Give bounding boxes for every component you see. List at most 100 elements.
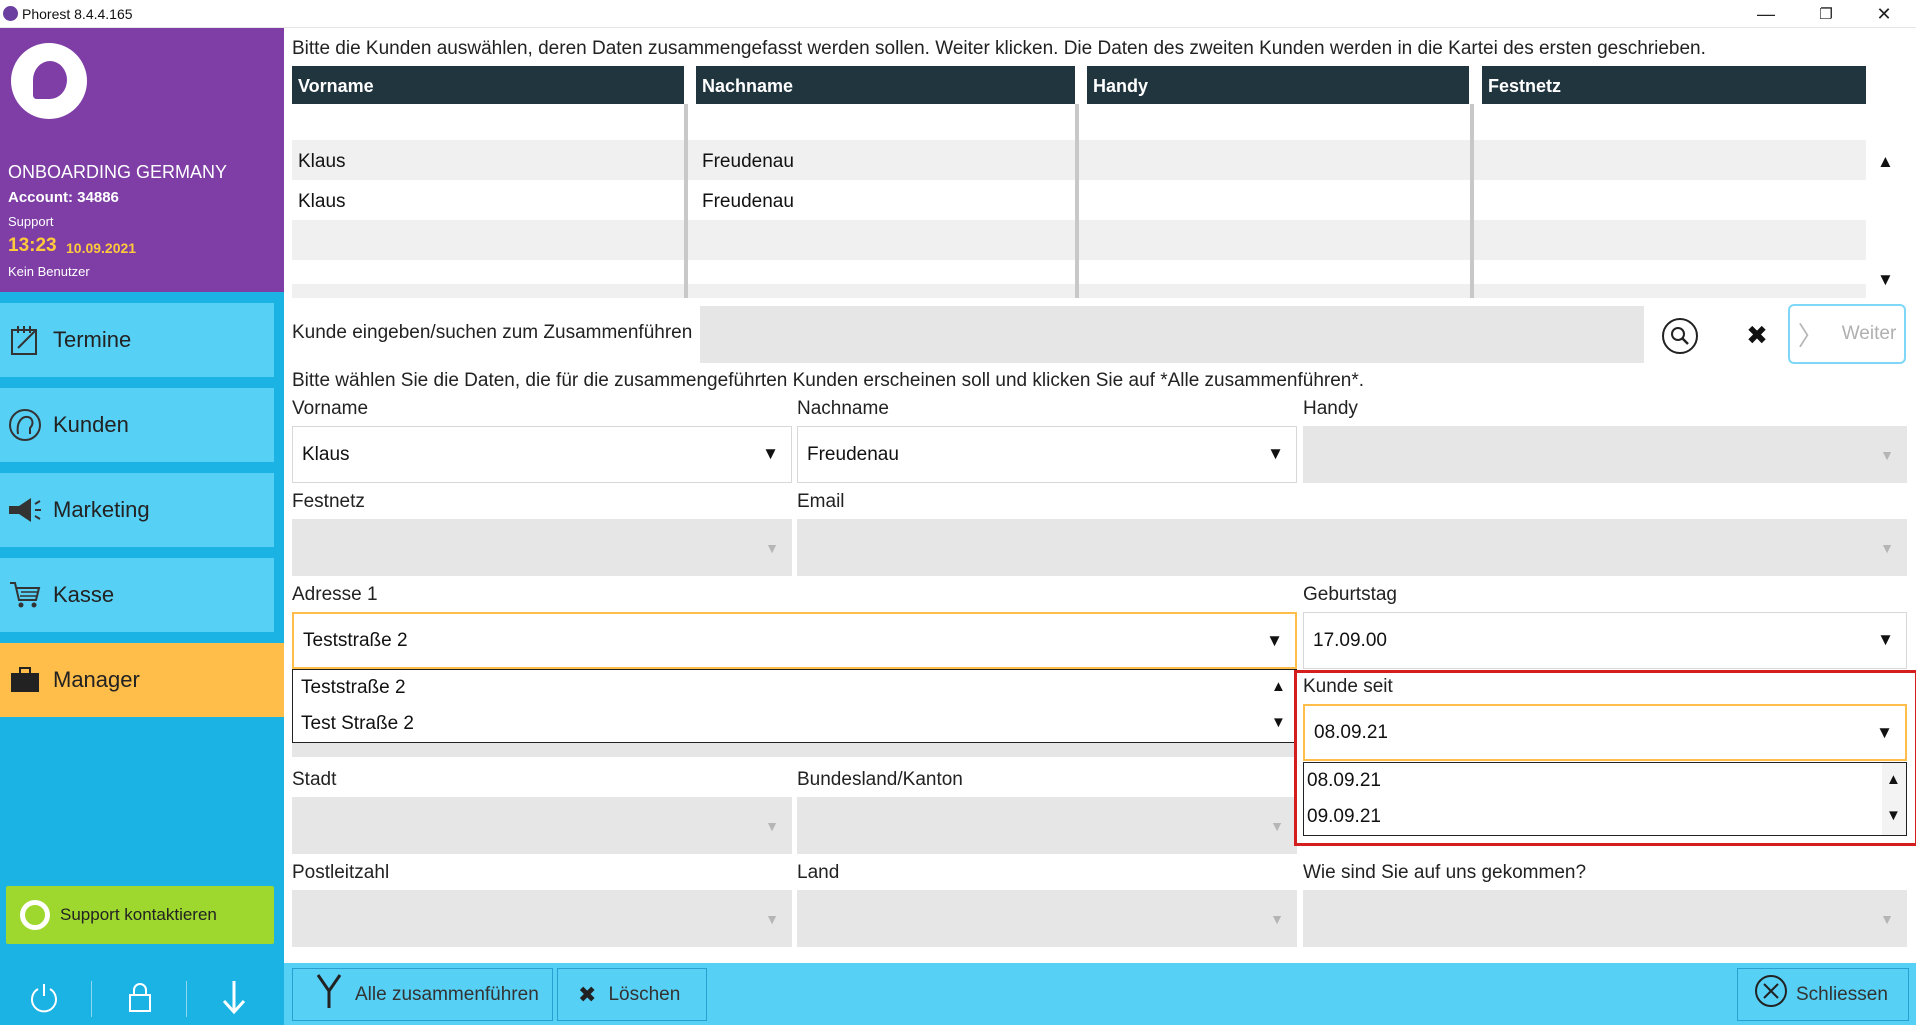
cart-icon (6, 576, 44, 614)
handy-select[interactable]: ▼ (1303, 426, 1907, 483)
search-icon[interactable] (1662, 318, 1698, 354)
power-icon[interactable] (21, 977, 67, 1017)
close-button[interactable]: Schliessen (1737, 968, 1909, 1021)
table-row (292, 284, 1866, 298)
separator (91, 981, 92, 1017)
briefcase-icon (6, 661, 44, 699)
adresse1-option[interactable]: Test Straße 2 (301, 713, 414, 735)
calendar-icon (6, 321, 44, 359)
label-email: Email (797, 491, 845, 512)
festnetz-select[interactable]: ▼ (292, 519, 792, 576)
chevron-down-icon: ▼ (765, 818, 779, 834)
column-header-vorname[interactable]: Vorname (292, 66, 684, 104)
nav-label-manager: Manager (53, 667, 140, 692)
chevron-down-icon: ▼ (1266, 631, 1283, 650)
table-row[interactable] (292, 260, 1866, 284)
chevron-down-icon: ▼ (1880, 540, 1894, 556)
chevron-down-icon: ▼ (1270, 911, 1284, 927)
adresse1-select[interactable]: Teststraße 2 ▼ (292, 612, 1297, 669)
column-header-festnetz[interactable]: Festnetz (1482, 66, 1866, 104)
support-contact-button[interactable]: Support kontaktieren (6, 886, 274, 944)
client-head-icon (6, 406, 44, 444)
weiter-button[interactable]: 〉 Weiter (1788, 304, 1906, 364)
adresse1-dropdown-list: Teststraße 2 Test Straße 2 ▲ ▼ (292, 669, 1297, 743)
chevron-down-icon: ▼ (1877, 630, 1894, 649)
label-nachname: Nachname (797, 398, 889, 419)
postleitzahl-select[interactable]: ▼ (292, 890, 792, 947)
scroll-down-icon[interactable]: ▼ (1271, 714, 1286, 731)
table-row[interactable]: Klaus Freudenau (292, 140, 1866, 180)
delete-label: Löschen (608, 983, 681, 1005)
stadt-select[interactable]: ▼ (292, 797, 792, 854)
column-divider[interactable] (1075, 104, 1079, 298)
adresse1-value: Teststraße 2 (303, 629, 408, 651)
scroll-up-icon[interactable]: ▲ (1271, 678, 1286, 695)
close-window-button[interactable]: ✕ (1856, 0, 1912, 28)
column-divider[interactable] (684, 104, 688, 298)
nav-item-manager[interactable]: Manager (0, 643, 284, 717)
adresse1-option[interactable]: Teststraße 2 (301, 677, 406, 699)
cell-vorname: Klaus (298, 191, 346, 212)
label-bundesland: Bundesland/Kanton (797, 769, 963, 790)
client-search-input[interactable] (700, 306, 1644, 363)
nav-item-kasse[interactable]: Kasse (0, 558, 274, 632)
arrow-down-icon[interactable] (211, 977, 257, 1017)
cell-vorname (292, 220, 304, 260)
current-user: Kein Benutzer (8, 264, 90, 279)
table-row[interactable]: Klaus Freudenau (292, 180, 1866, 220)
support-label: Support kontaktieren (60, 905, 217, 924)
cell-festnetz (1482, 220, 1494, 260)
nav-item-kunden[interactable]: Kunden (0, 388, 274, 462)
vorname-value: Klaus (302, 443, 350, 465)
cell-festnetz (1482, 140, 1494, 180)
minimize-button[interactable]: — (1738, 0, 1794, 28)
merge-icon (315, 973, 343, 1016)
nav-item-marketing[interactable]: Marketing (0, 473, 274, 547)
label-land: Land (797, 862, 840, 883)
merge-all-label: Alle zusammenführen (355, 983, 539, 1005)
bottom-action-bar: Alle zusammenführen ✖ Löschen Schliessen (284, 963, 1916, 1025)
nachname-select[interactable]: Freudenau ▼ (797, 426, 1297, 483)
nachname-value: Freudenau (807, 443, 899, 465)
separator (292, 743, 1297, 757)
cell-vorname: Klaus (298, 151, 346, 172)
column-header-handy[interactable]: Handy (1087, 66, 1469, 104)
cell-nachname: Freudenau (702, 151, 794, 172)
quelle-select[interactable]: ▼ (1303, 890, 1907, 947)
geburtstag-value: 17.09.00 (1313, 629, 1387, 651)
nav-label-kasse: Kasse (53, 582, 115, 607)
restore-button[interactable]: ❐ (1798, 0, 1854, 28)
sidebar-header: ONBOARDING GERMANY Account: 34886 Suppor… (0, 28, 284, 292)
separator (186, 981, 187, 1017)
nav-label-marketing: Marketing (53, 497, 150, 522)
phorest-logo-icon (11, 43, 87, 119)
instruction-select-clients: Bitte die Kunden auswählen, deren Daten … (292, 38, 1706, 59)
scroll-up-icon[interactable]: ▲ (1877, 152, 1894, 172)
chevron-down-icon: ▼ (1880, 447, 1894, 463)
chevron-down-icon: ▼ (765, 540, 779, 556)
weiter-label: Weiter (1841, 323, 1897, 344)
chevron-right-icon: 〉 (1797, 320, 1824, 351)
email-select[interactable]: ▼ (797, 519, 1907, 576)
scroll-down-icon[interactable]: ▼ (1877, 270, 1894, 290)
nav-item-termine[interactable]: Termine (0, 303, 274, 377)
account-number: Account: 34886 (8, 189, 119, 206)
close-label: Schliessen (1796, 983, 1888, 1005)
land-select[interactable]: ▼ (797, 890, 1297, 947)
cell-nachname: Freudenau (702, 191, 794, 212)
bundesland-select[interactable]: ▼ (797, 797, 1297, 854)
label-geburtstag: Geburtstag (1303, 584, 1397, 605)
vorname-select[interactable]: Klaus ▼ (292, 426, 792, 483)
column-divider[interactable] (1470, 104, 1474, 298)
merge-all-button[interactable]: Alle zusammenführen (292, 968, 553, 1021)
instruction-select-data: Bitte wählen Sie die Daten, die für die … (292, 370, 1365, 391)
highlight-box (1294, 670, 1916, 846)
lock-icon[interactable] (117, 977, 163, 1017)
table-row[interactable] (292, 220, 1866, 260)
geburtstag-select[interactable]: 17.09.00 ▼ (1303, 612, 1907, 669)
chevron-down-icon: ▼ (765, 911, 779, 927)
column-header-nachname[interactable]: Nachname (696, 66, 1075, 104)
window-title: Phorest 8.4.4.165 (22, 6, 133, 22)
delete-button[interactable]: ✖ Löschen (557, 968, 707, 1021)
clear-search-icon[interactable]: ✖ (1738, 316, 1776, 354)
